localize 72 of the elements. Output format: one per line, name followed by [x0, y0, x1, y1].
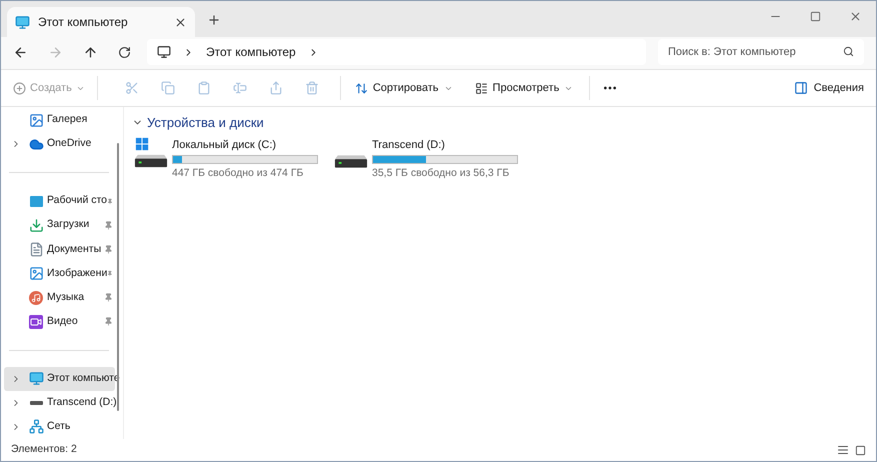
sidebar-item[interactable]: Загрузки [4, 213, 115, 238]
pin-icon [104, 244, 113, 254]
monitor-icon [157, 45, 171, 59]
tab-title: Этот компьютер [38, 14, 129, 31]
maximize-icon[interactable] [810, 10, 821, 22]
pin-icon [104, 293, 113, 302]
sidebar-label: Видео [47, 314, 79, 329]
section-header[interactable]: Устройства и диски [132, 113, 876, 132]
close-tab-icon[interactable] [174, 16, 187, 28]
drive-name: Transcend (D:) [372, 138, 446, 152]
drive-icon [334, 154, 368, 168]
sidebar-item[interactable]: Рабочий сто [4, 189, 115, 214]
breadcrumb[interactable]: Этот компьютер [206, 43, 296, 61]
sidebar-item[interactable]: OneDrive [4, 132, 115, 156]
sidebar-label: Изображени [47, 266, 108, 281]
view-button[interactable]: Просмотреть [470, 80, 578, 96]
sidebar-label: Галерея [47, 112, 88, 128]
document-icon [28, 242, 44, 257]
pin-icon [107, 269, 113, 278]
details-pane-icon [794, 81, 808, 95]
pin-icon [107, 196, 113, 206]
item-count: Элементов: 2 [11, 442, 77, 458]
sidebar-label: OneDrive [47, 136, 92, 152]
sidebar-item[interactable]: Transcend (D:) [4, 390, 115, 415]
drive-tile[interactable]: Transcend (D:) 35,5 ГБ свободно из 56,3 ГБ [332, 136, 518, 182]
network-icon [28, 419, 44, 434]
system-drive-icon [134, 136, 168, 168]
details-button[interactable]: Сведения [794, 80, 864, 96]
address-bar[interactable]: Этот компьютер [147, 39, 646, 65]
monitor-icon [15, 14, 30, 30]
sidebar-item[interactable]: Изображени [4, 261, 115, 286]
sidebar-item[interactable]: Видео [4, 310, 115, 334]
up-icon[interactable] [83, 44, 98, 60]
refresh-icon[interactable] [118, 46, 131, 58]
sidebar-item[interactable]: Сеть [4, 414, 115, 439]
cloud-icon [28, 136, 44, 152]
sidebar-label: Сеть [47, 419, 72, 434]
sidebar-item[interactable]: Музыка [4, 286, 115, 310]
details-view-icon[interactable] [837, 444, 849, 456]
back-icon[interactable] [13, 44, 28, 60]
pin-icon [104, 317, 113, 326]
sidebar-item[interactable]: Документы [4, 237, 115, 262]
tiles-view-icon[interactable] [855, 444, 866, 456]
sort-button[interactable]: Сортировать [350, 80, 457, 96]
new-tab-icon[interactable] [207, 13, 221, 27]
view-icon [474, 82, 488, 94]
close-icon[interactable] [849, 10, 862, 22]
pin-icon [104, 220, 113, 230]
sidebar-label: Рабочий сто [47, 193, 108, 208]
drive-tile[interactable]: Локальный диск (C:) 447 ГБ свободно из 474 ГБ [132, 136, 318, 182]
drive-free-space: 35,5 ГБ свободно из 56,3 ГБ [372, 166, 510, 181]
drive-icon [30, 400, 42, 405]
window-tab[interactable]: Этот компьютер [7, 7, 195, 37]
section-title: Устройства и диски [147, 114, 264, 132]
video-icon [29, 314, 43, 329]
sidebar-label: Загрузки [47, 217, 90, 232]
monitor-icon [28, 371, 44, 386]
desktop-icon [30, 196, 42, 207]
search-icon [843, 46, 854, 57]
plus-icon [13, 82, 26, 94]
sidebar-label: Документы [47, 242, 102, 256]
music-icon [29, 290, 43, 305]
download-icon [28, 218, 44, 233]
sidebar-item[interactable]: Галерея [4, 108, 115, 132]
search-field[interactable]: Поиск в: Этот компьютер [658, 39, 864, 65]
sidebar-label: Музыка [47, 290, 86, 305]
drive-free-space: 447 ГБ свободно из 474 ГБ [172, 166, 304, 181]
sort-icon [354, 82, 368, 94]
gallery-icon [28, 112, 44, 128]
sidebar-label: Transcend (D:) [47, 394, 117, 410]
drive-name: Локальный диск (C:) [172, 138, 278, 152]
picture-icon [28, 266, 44, 281]
